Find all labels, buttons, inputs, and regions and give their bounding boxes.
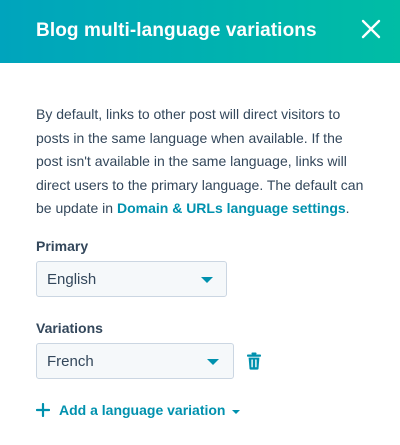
add-language-variation-label: Add a language variation [59, 402, 226, 418]
close-icon[interactable] [360, 18, 382, 40]
panel-title: Blog multi-language variations [36, 20, 317, 41]
chevron-down-icon [232, 410, 240, 414]
domain-urls-language-settings-link[interactable]: Domain & URLs language settings [117, 200, 346, 216]
description-text: By default, links to other post will dir… [36, 103, 372, 221]
description-trailing: . [345, 200, 350, 216]
panel-header: Blog multi-language variations [0, 0, 400, 63]
chevron-down-icon [207, 359, 219, 365]
primary-language-select[interactable]: English [36, 261, 227, 297]
variation-language-value: French [47, 353, 94, 370]
trash-icon[interactable] [246, 352, 262, 370]
variations-label: Variations [36, 320, 103, 336]
variation-language-select[interactable]: French [36, 343, 234, 379]
primary-language-value: English [47, 271, 97, 288]
plus-icon [35, 402, 51, 418]
primary-label: Primary [36, 238, 89, 254]
chevron-down-icon [201, 277, 213, 283]
